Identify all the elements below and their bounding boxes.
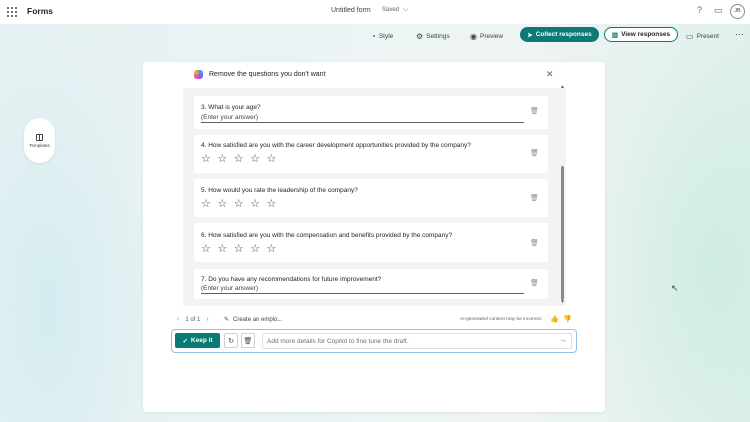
style-button[interactable]: ◔ Style xyxy=(371,30,393,42)
star-icon[interactable]: ☆ xyxy=(234,199,244,210)
star-icon[interactable]: ☆ xyxy=(250,154,260,165)
style-label: Style xyxy=(378,32,394,40)
scroll-up-arrow-icon[interactable]: ▲ xyxy=(560,84,565,90)
thumbs-down-icon[interactable]: 👎 xyxy=(563,315,572,323)
mouse-cursor-icon: ↖ xyxy=(671,283,679,293)
thumbs-up-icon[interactable]: 👍 xyxy=(550,315,559,323)
draft-pager: ‹ 1 of 1 › xyxy=(177,316,209,323)
star-icon[interactable]: ☆ xyxy=(234,244,244,255)
preview-button[interactable]: ◉ Preview xyxy=(470,30,503,42)
scrollbar-thumb[interactable] xyxy=(561,166,564,300)
trash-icon: 🗑 xyxy=(243,337,253,345)
background-glow-right xyxy=(590,40,750,422)
star-icon[interactable]: ☆ xyxy=(267,199,277,210)
send-arrow-icon[interactable]: → xyxy=(559,335,567,344)
rating-stars: ☆ ☆ ☆ ☆ ☆ xyxy=(201,154,276,165)
chevron-down-icon[interactable]: ⌵ xyxy=(403,6,408,14)
pencil-icon: ✎ xyxy=(224,317,230,323)
copilot-prompt-input[interactable] xyxy=(262,333,572,349)
scroll-down-arrow-icon[interactable]: ▼ xyxy=(560,299,565,305)
gear-icon: ⚙ xyxy=(416,31,424,41)
question-card[interactable]: 6. How satisfied are you with the compen… xyxy=(194,223,548,262)
app-name[interactable]: Forms xyxy=(27,6,53,16)
question-text: 5. How would you rate the leadership of … xyxy=(201,187,358,194)
app-launcher-icon[interactable] xyxy=(7,7,17,17)
preview-label: Preview xyxy=(479,32,504,40)
discard-button[interactable]: 🗑 xyxy=(241,333,255,348)
feedback-icon[interactable]: ▭ xyxy=(714,5,723,16)
eye-icon: ◉ xyxy=(470,31,477,41)
question-card[interactable]: 3. What is your age? (Enter your answer)… xyxy=(194,96,548,129)
answer-field: (Enter your answer) xyxy=(201,285,524,294)
panel-title: Remove the questions you don't want xyxy=(209,71,326,78)
save-status: Saved xyxy=(382,7,400,13)
question-card[interactable]: 5. How would you rate the leadership of … xyxy=(194,179,548,217)
trash-icon[interactable]: 🗑 xyxy=(530,107,539,115)
chevron-right-icon[interactable]: › xyxy=(206,316,208,323)
rating-stars: ☆ ☆ ☆ ☆ ☆ xyxy=(201,244,276,255)
view-responses-label: View responses xyxy=(621,31,671,38)
star-icon[interactable]: ☆ xyxy=(267,154,277,165)
panel-header: Remove the questions you don't want ✕ xyxy=(183,62,566,88)
copilot-icon xyxy=(194,70,203,79)
rating-stars: ☆ ☆ ☆ ☆ ☆ xyxy=(201,199,276,210)
present-button[interactable]: ▭ Present xyxy=(686,30,719,42)
question-text: 6. How satisfied are you with the compen… xyxy=(201,232,453,239)
checkmark-icon: ✓ xyxy=(182,337,188,345)
present-label: Present xyxy=(696,32,719,40)
answer-field: (Enter your answer) xyxy=(201,114,524,123)
pager-label: 1 of 1 xyxy=(185,316,201,323)
copilot-draft-panel: Remove the questions you don't want ✕ 3.… xyxy=(183,62,566,306)
star-icon[interactable]: ☆ xyxy=(267,244,277,255)
close-icon[interactable]: ✕ xyxy=(546,69,554,80)
chevron-left-icon[interactable]: ‹ xyxy=(177,316,179,323)
view-responses-button[interactable]: ▥ View responses xyxy=(604,27,678,42)
trash-icon[interactable]: 🗑 xyxy=(530,149,539,157)
question-text: 4. How satisfied are you with the career… xyxy=(201,142,471,149)
settings-button[interactable]: ⚙ Settings xyxy=(416,30,450,42)
prompt-echo-text: Create an emplo... xyxy=(233,316,283,323)
help-icon[interactable]: ? xyxy=(697,5,702,15)
question-card[interactable]: 7. Do you have any recommendations for f… xyxy=(194,269,548,299)
trash-icon[interactable]: 🗑 xyxy=(530,239,539,247)
background-glow-left xyxy=(0,40,160,422)
templates-icon xyxy=(36,133,43,141)
present-icon: ▭ xyxy=(686,31,694,41)
keep-it-label: Keep it xyxy=(190,337,213,344)
star-icon[interactable]: ☆ xyxy=(250,199,260,210)
star-icon[interactable]: ☆ xyxy=(217,199,227,210)
top-bar: Forms Untitled form Saved ⌵ ? ▭ JB xyxy=(0,0,750,24)
star-icon[interactable]: ☆ xyxy=(234,154,244,165)
templates-button[interactable]: Templates xyxy=(24,118,55,163)
trash-icon[interactable]: 🗑 xyxy=(530,279,539,287)
collect-responses-label: Collect responses xyxy=(535,31,592,38)
star-icon[interactable]: ☆ xyxy=(217,244,227,255)
question-card[interactable]: 4. How satisfied are you with the career… xyxy=(194,135,548,173)
question-text: 7. Do you have any recommendations for f… xyxy=(201,276,382,283)
star-icon[interactable]: ☆ xyxy=(201,154,211,165)
refresh-icon: ↻ xyxy=(228,337,234,345)
more-options-icon[interactable]: ··· xyxy=(735,29,744,39)
star-icon[interactable]: ☆ xyxy=(250,244,260,255)
keep-it-button[interactable]: ✓ Keep it xyxy=(175,333,220,348)
star-icon[interactable]: ☆ xyxy=(201,244,211,255)
regenerate-button[interactable]: ↻ xyxy=(224,333,238,348)
star-icon[interactable]: ☆ xyxy=(217,154,227,165)
settings-label: Settings xyxy=(426,32,450,40)
form-title[interactable]: Untitled form xyxy=(331,7,371,14)
collect-responses-button[interactable]: ➤ Collect responses xyxy=(520,27,599,42)
avatar[interactable]: JB xyxy=(730,4,745,19)
templates-label: Templates xyxy=(29,142,50,148)
star-icon[interactable]: ☆ xyxy=(201,199,211,210)
chart-icon: ▥ xyxy=(611,31,619,39)
question-text: 3. What is your age? xyxy=(201,104,261,111)
ai-disclaimer: AI-generated content may be incorrect xyxy=(460,317,542,322)
send-icon: ➤ xyxy=(527,31,533,39)
prompt-echo[interactable]: ✎ Create an emplo... xyxy=(224,316,283,324)
palette-icon: ◔ xyxy=(371,31,376,41)
trash-icon[interactable]: 🗑 xyxy=(530,194,539,202)
